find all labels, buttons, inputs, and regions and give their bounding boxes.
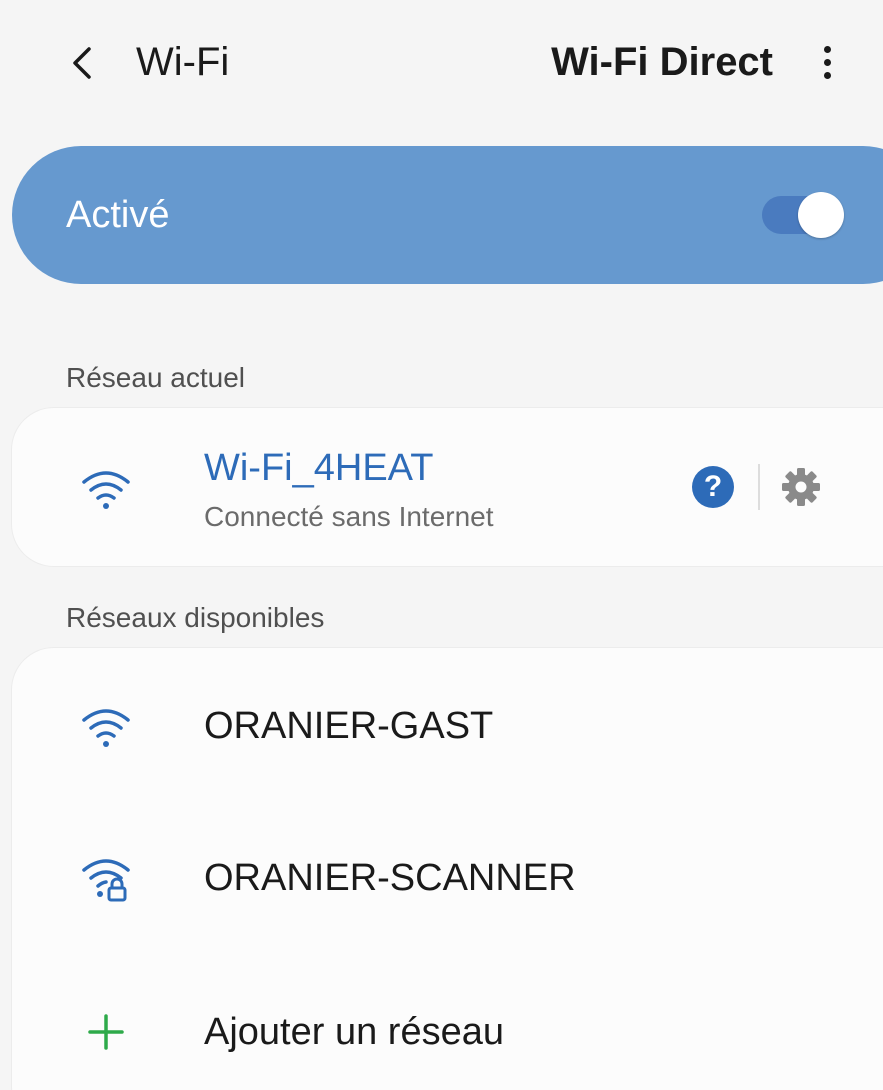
help-button[interactable]: ? bbox=[692, 466, 734, 508]
available-networks-header: Réseaux disponibles bbox=[66, 602, 325, 633]
page-title: Wi-Fi bbox=[136, 40, 230, 84]
app-bar: Wi-Fi Wi-Fi Direct bbox=[0, 0, 883, 130]
switch-thumb bbox=[798, 192, 844, 238]
network-name: ORANIER-SCANNER bbox=[204, 857, 576, 899]
wifi-direct-button[interactable]: Wi-Fi Direct bbox=[551, 34, 773, 90]
wifi-icon bbox=[82, 471, 130, 509]
network-row[interactable]: ORANIER-SCANNER bbox=[12, 798, 883, 958]
add-network-label: Ajouter un réseau bbox=[204, 1011, 504, 1053]
available-networks-card: ORANIER-GAST ORANIER-SCANNER Ajouter un … bbox=[12, 648, 883, 1090]
network-name: ORANIER-GAST bbox=[204, 705, 494, 747]
wifi-switch[interactable] bbox=[762, 192, 844, 238]
current-network-header: Réseau actuel bbox=[66, 362, 246, 393]
wifi-lock-icon bbox=[82, 859, 130, 902]
wifi-master-toggle-bar[interactable]: Activé bbox=[12, 146, 883, 284]
wifi-icon bbox=[82, 709, 130, 747]
current-network-status: Connecté sans Internet bbox=[204, 501, 494, 532]
plus-icon bbox=[88, 1014, 124, 1050]
toggle-state-label: Activé bbox=[66, 194, 170, 236]
wifi-settings-screen: Wi-Fi Wi-Fi Direct Activé Réseau actuel … bbox=[0, 0, 883, 1090]
more-vertical-icon bbox=[823, 45, 831, 53]
network-row[interactable]: ORANIER-GAST bbox=[12, 648, 883, 798]
more-vertical-icon bbox=[823, 71, 831, 79]
current-network-name: Wi-Fi_4HEAT bbox=[204, 447, 434, 489]
add-network-row[interactable]: Ajouter un réseau bbox=[12, 958, 883, 1090]
back-button[interactable] bbox=[52, 28, 112, 98]
vertical-divider bbox=[758, 464, 760, 510]
gear-icon[interactable] bbox=[778, 464, 824, 510]
more-options-button[interactable] bbox=[809, 30, 845, 94]
more-vertical-icon bbox=[823, 58, 831, 66]
chevron-left-icon bbox=[73, 47, 91, 79]
current-network-card[interactable]: Wi-Fi_4HEAT Connecté sans Internet ? bbox=[12, 408, 883, 566]
